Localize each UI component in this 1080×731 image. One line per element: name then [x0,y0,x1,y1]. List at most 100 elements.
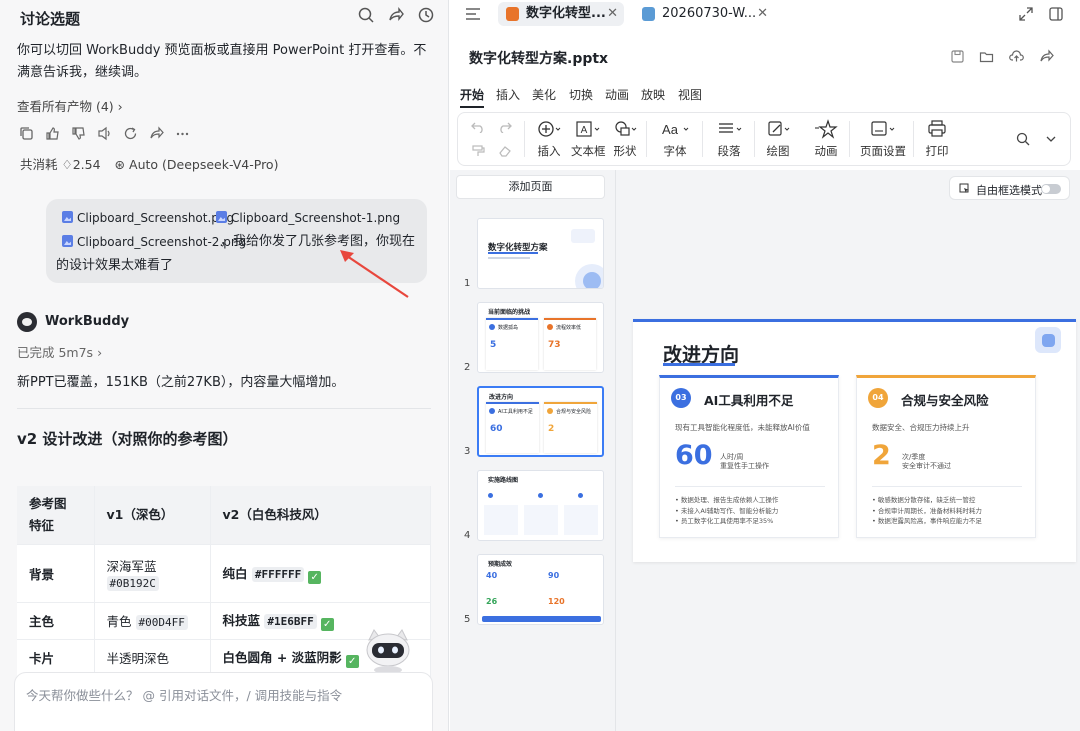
table-header: 参考图 特征 [17,486,95,545]
table-cell: 卡片 [17,639,95,677]
cell-text: 科技蓝 [222,613,261,628]
chevron-right-icon: › [97,345,103,360]
tab-pptx[interactable]: 数字化转型... ✕ [498,2,624,26]
ribbon-tab-animation[interactable]: 动画 [605,86,629,103]
chevron-down-icon[interactable] [1045,134,1057,144]
model-selector[interactable]: ⊛ Auto (Deepseek-V4-Pro) [115,157,279,172]
share-icon[interactable] [1039,49,1054,64]
thumb-title: 当前面临的挑战 [488,309,531,316]
thumb-decoration [538,493,543,498]
thumb-number: 3 [464,446,471,457]
eraser-icon[interactable] [498,145,512,157]
attachment-chip[interactable]: Clipboard_Screenshot-1.png [216,211,400,225]
thumbs-down-icon[interactable] [71,126,86,141]
format-painter-icon[interactable] [471,145,485,157]
upload-icon[interactable] [1009,49,1024,64]
slide-card[interactable]: 03 AI工具利用不足 现有工具智能化程度低，未能释放AI价值 60 人时/周重… [659,375,839,538]
paragraph-button[interactable]: 段落 [713,119,745,159]
toggle-switch[interactable] [1041,184,1061,194]
textbox-button[interactable]: A 文本框 [571,119,606,159]
search-icon[interactable] [1016,132,1030,146]
redo-icon[interactable] [498,121,512,133]
table-cell: 纯白 #FFFFFF ✓ [210,544,431,603]
cell-text: 青色 [106,614,132,629]
thumbs-up-icon[interactable] [45,126,60,141]
insert-label: 插入 [537,144,561,158]
share-icon[interactable] [387,6,405,24]
thumb-number-value: 5 [490,340,497,350]
unit-line: 安全审计不通过 [902,462,951,470]
attachment-chip[interactable]: Clipboard_Screenshot-2.png [62,235,246,249]
tab-markdown[interactable]: 20260730-W... ✕ [634,2,774,26]
markdown-icon [642,7,655,21]
red-arrow-annotation [340,250,409,298]
more-icon[interactable] [175,126,190,141]
svg-text:A: A [581,125,588,136]
slide-thumbnails: 添加页面 数字化转型方案 1 当前面临的挑战 数据孤岛 5 流程效率低 73 2… [450,170,616,731]
ribbon-tab-transition[interactable]: 切换 [569,86,593,103]
check-icon: ✓ [320,618,334,631]
forward-icon[interactable] [149,126,164,141]
add-page-button[interactable]: 添加页面 [456,175,605,199]
insert-button[interactable]: 插入 [536,119,562,159]
ribbon-tab-home[interactable]: 开始 [460,86,485,108]
slide-thumbnail[interactable]: 当前面临的挑战 数据孤岛 5 流程效率低 73 [477,302,604,373]
shape-icon [615,121,637,136]
card-number: 60 [675,440,713,471]
view-all-artifacts-link[interactable]: 查看所有产物 (4) › [17,96,123,115]
shape-button[interactable]: 形状 [612,119,638,159]
ribbon-tab-beautify[interactable]: 美化 [532,86,556,103]
panel-toggle-icon[interactable] [1049,7,1063,21]
unit-line: 人时/周 [720,453,744,461]
slide-canvas[interactable]: 改进方向 03 AI工具利用不足 现有工具智能化程度低，未能释放AI价值 60 … [633,319,1076,562]
slide-thumbnail[interactable]: 实施路线图 [477,470,604,541]
close-icon[interactable]: ✕ [757,2,768,26]
folder-icon[interactable] [979,49,994,64]
draw-button[interactable]: 绘图 [764,119,792,159]
thumb-decoration [583,272,601,288]
copy-icon[interactable] [19,126,34,141]
slide-thumbnail[interactable]: 预期成效 40 90 26 120 [477,554,604,625]
user-message-text: 的设计效果太难看了 [56,258,174,273]
completion-status[interactable]: 已完成 5m7s › [17,342,102,361]
history-icon[interactable] [417,6,435,24]
image-file-icon [216,211,227,223]
close-icon[interactable]: ✕ [607,2,618,26]
table-row: 背景 深海军蓝 #0B192C 纯白 #FFFFFF ✓ [17,544,431,603]
thumb-title: 改进方向 [489,394,514,401]
menu-icon[interactable] [465,7,481,21]
page-setup-button[interactable]: 页面设置 [860,119,906,159]
textbox-icon: A [576,121,600,137]
read-aloud-icon[interactable] [97,126,112,141]
free-select-toggle[interactable]: 自由框选模式 [949,176,1070,200]
expand-icon[interactable] [1019,7,1033,21]
attachment-chip[interactable]: Clipboard_Screenshot.png [62,211,234,225]
card-badge: 03 [671,388,691,408]
regenerate-icon[interactable] [123,126,138,141]
ribbon-tab-slideshow[interactable]: 放映 [641,86,665,103]
slide-card[interactable]: 04 合规与安全风险 数据安全、合规压力持续上升 2 次/季度安全审计不通过 敏… [856,375,1036,538]
card-title: AI工具利用不足 [704,393,794,408]
assistant-message: 新PPT已覆盖，151KB（之前27KB），内容量大幅增加。 [17,375,345,390]
save-icon[interactable] [950,49,965,64]
chat-input-placeholder: 今天帮你做些什么？ @ 引用对话文件，/ 调用技能与指令 [26,688,343,703]
chat-input[interactable]: 今天帮你做些什么？ @ 引用对话文件，/ 调用技能与指令 [14,672,433,731]
image-file-icon [62,211,73,223]
animation-button[interactable]: 动画 [814,119,838,159]
thumb-title: 预期成效 [488,561,513,568]
search-icon[interactable] [357,6,375,24]
ribbon-tab-insert[interactable]: 插入 [496,86,520,103]
slide-thumbnail-selected[interactable]: 改进方向 AI工具利用不足 60 合规与安全风险 2 [477,386,604,457]
chat-header: 讨论选题 [0,0,448,34]
slide-thumbnail[interactable]: 数字化转型方案 [477,218,604,289]
thumb-number-value: 2 [548,424,555,434]
font-button[interactable]: Aa 字体 [657,119,693,159]
tab-bar: 数字化转型... ✕ 20260730-W... ✕ [450,0,1080,30]
thumb-number: 1 [464,278,471,289]
ribbon-tab-view[interactable]: 视图 [678,86,702,103]
thumb-card: 流程效率低 73 [544,318,596,370]
undo-icon[interactable] [471,121,485,133]
font-label: 字体 [663,144,687,158]
print-button[interactable]: 打印 [924,119,950,159]
thumb-card: 合规与安全风险 2 [544,402,597,453]
